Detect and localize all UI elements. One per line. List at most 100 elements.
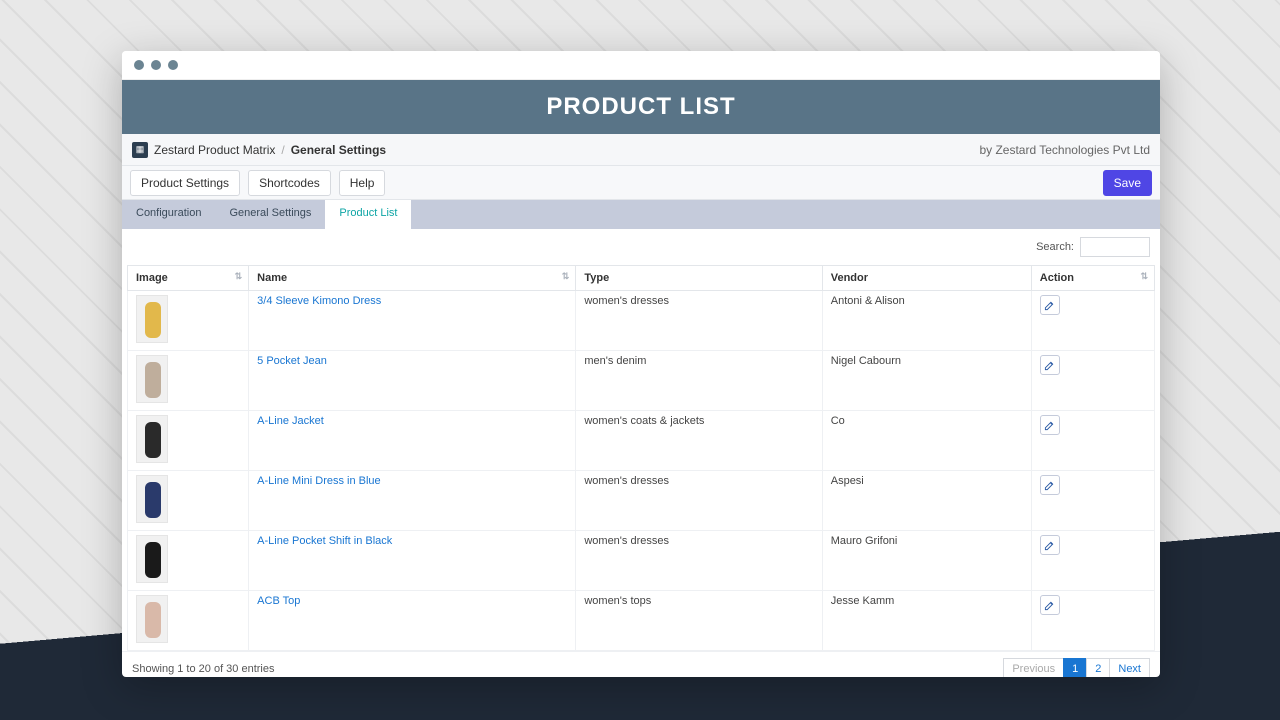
edit-icon <box>1044 480 1055 491</box>
cell-type: women's coats & jackets <box>576 411 822 471</box>
cell-vendor: Co <box>822 411 1031 471</box>
page-2[interactable]: 2 <box>1086 658 1110 677</box>
product-link[interactable]: A-Line Mini Dress in Blue <box>257 475 381 487</box>
edit-icon <box>1044 300 1055 311</box>
search-input[interactable] <box>1080 237 1150 257</box>
edit-icon <box>1044 600 1055 611</box>
page-previous[interactable]: Previous <box>1003 658 1064 677</box>
window-dot[interactable] <box>134 60 144 70</box>
product-table: Image ⇅ Name ⇅ Type Vendor Action⇅ 3/4 Sle… <box>127 265 1155 651</box>
tab-configuration[interactable]: Configuration <box>122 200 215 229</box>
cell-image <box>128 411 249 471</box>
edit-icon <box>1044 360 1055 371</box>
shortcodes-button[interactable]: Shortcodes <box>248 170 331 196</box>
edit-button[interactable] <box>1040 475 1060 495</box>
hero-title: PRODUCT LIST <box>122 80 1160 134</box>
sort-icon: ⇅ <box>235 272 243 281</box>
search-row: Search: <box>122 229 1160 265</box>
sort-icon: ⇅ <box>562 272 570 281</box>
col-name-label: Name <box>257 272 287 284</box>
edit-button[interactable] <box>1040 535 1060 555</box>
product-link[interactable]: 5 Pocket Jean <box>257 355 327 367</box>
edit-button[interactable] <box>1040 295 1060 315</box>
product-link[interactable]: 3/4 Sleeve Kimono Dress <box>257 295 381 307</box>
table-row: ACB Top women's topsJesse Kamm <box>128 591 1155 651</box>
byline: by Zestard Technologies Pvt Ltd <box>979 143 1150 157</box>
cell-action <box>1031 471 1154 531</box>
cell-image <box>128 291 249 351</box>
col-name[interactable]: Name ⇅ <box>249 266 576 291</box>
product-link[interactable]: A-Line Pocket Shift in Black <box>257 535 392 547</box>
cell-type: women's tops <box>576 591 822 651</box>
content-area: Search: Image ⇅ Name ⇅ Type Vendor Action⇅ <box>122 229 1160 677</box>
product-thumb <box>136 415 168 463</box>
col-vendor-label: Vendor <box>831 272 868 284</box>
col-image-label: Image <box>136 272 168 284</box>
cell-action <box>1031 591 1154 651</box>
cell-name: A-Line Mini Dress in Blue <box>249 471 576 531</box>
save-button[interactable]: Save <box>1103 170 1152 196</box>
table-footer: Showing 1 to 20 of 30 entries Previous 1… <box>122 651 1160 677</box>
tab-general-settings[interactable]: General Settings <box>215 200 325 229</box>
edit-icon <box>1044 540 1055 551</box>
cell-name: ACB Top <box>249 591 576 651</box>
cell-image <box>128 591 249 651</box>
table-row: A-Line Jacket women's coats & jacketsCo <box>128 411 1155 471</box>
edit-button[interactable] <box>1040 595 1060 615</box>
pagination: Previous 1 2 Next <box>1003 658 1150 677</box>
cell-name: A-Line Jacket <box>249 411 576 471</box>
window-titlebar <box>122 51 1160 80</box>
col-type-label: Type <box>584 272 609 284</box>
brand-name: Zestard Product Matrix <box>154 143 275 157</box>
col-action[interactable]: Action⇅ <box>1031 266 1154 291</box>
cell-type: women's dresses <box>576 471 822 531</box>
app-window: PRODUCT LIST ▦ Zestard Product Matrix / … <box>122 51 1160 677</box>
product-thumb <box>136 595 168 643</box>
app-icon: ▦ <box>132 142 148 158</box>
table-row: 5 Pocket Jean men's denimNigel Cabourn <box>128 351 1155 411</box>
breadcrumb-section: General Settings <box>291 143 386 157</box>
cell-type: women's dresses <box>576 291 822 351</box>
cell-image <box>128 471 249 531</box>
tabs: Configuration General Settings Product L… <box>122 200 1160 229</box>
table-row: 3/4 Sleeve Kimono Dress women's dressesAn… <box>128 291 1155 351</box>
col-vendor[interactable]: Vendor <box>822 266 1031 291</box>
product-link[interactable]: A-Line Jacket <box>257 415 324 427</box>
edit-button[interactable] <box>1040 415 1060 435</box>
cell-type: men's denim <box>576 351 822 411</box>
cell-name: 5 Pocket Jean <box>249 351 576 411</box>
col-type[interactable]: Type <box>576 266 822 291</box>
cell-vendor: Nigel Cabourn <box>822 351 1031 411</box>
breadcrumb-sep: / <box>281 143 284 157</box>
table-row: A-Line Mini Dress in Blue women's dresses… <box>128 471 1155 531</box>
cell-name: 3/4 Sleeve Kimono Dress <box>249 291 576 351</box>
product-settings-button[interactable]: Product Settings <box>130 170 240 196</box>
page-1[interactable]: 1 <box>1063 658 1087 677</box>
cell-vendor: Mauro Grifoni <box>822 531 1031 591</box>
window-dot[interactable] <box>168 60 178 70</box>
page-next[interactable]: Next <box>1109 658 1150 677</box>
appbar: ▦ Zestard Product Matrix / General Setti… <box>122 134 1160 166</box>
product-thumb <box>136 475 168 523</box>
search-label: Search: <box>1036 241 1074 253</box>
product-link[interactable]: ACB Top <box>257 595 300 607</box>
table-row: A-Line Pocket Shift in Blackwomen's dres… <box>128 531 1155 591</box>
cell-action <box>1031 411 1154 471</box>
col-image[interactable]: Image ⇅ <box>128 266 249 291</box>
cell-action <box>1031 531 1154 591</box>
window-dot[interactable] <box>151 60 161 70</box>
product-thumb <box>136 295 168 343</box>
cell-vendor: Antoni & Alison <box>822 291 1031 351</box>
tab-product-list[interactable]: Product List <box>325 200 411 229</box>
cell-action <box>1031 291 1154 351</box>
help-button[interactable]: Help <box>339 170 386 196</box>
col-action-label: Action <box>1040 272 1074 284</box>
product-thumb <box>136 355 168 403</box>
edit-icon <box>1044 420 1055 431</box>
cell-vendor: Jesse Kamm <box>822 591 1031 651</box>
product-thumb <box>136 535 168 583</box>
cell-vendor: Aspesi <box>822 471 1031 531</box>
cell-image <box>128 351 249 411</box>
toolbar: Product Settings Shortcodes Help Save <box>122 166 1160 200</box>
edit-button[interactable] <box>1040 355 1060 375</box>
